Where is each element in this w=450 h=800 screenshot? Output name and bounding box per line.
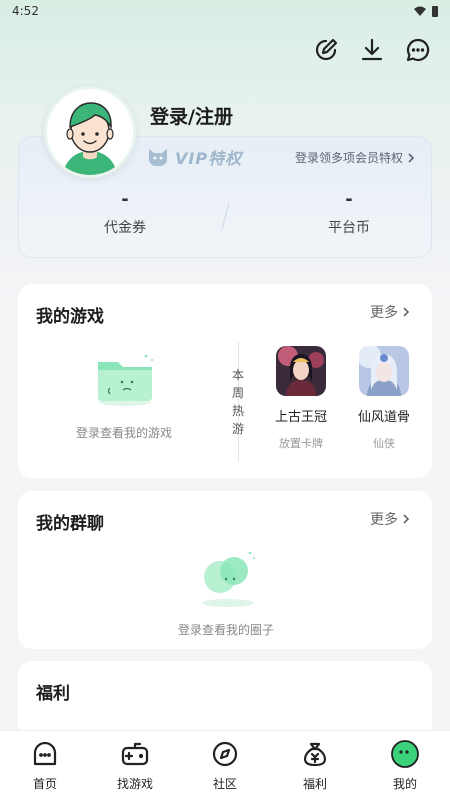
status-time: 4:52 — [12, 4, 39, 18]
more-label: 更多 — [370, 305, 398, 321]
message-icon[interactable] — [404, 36, 432, 64]
compass-icon — [210, 739, 240, 769]
my-groups-title: 我的群聊 — [36, 514, 104, 534]
top-actions — [312, 36, 432, 64]
platform-coin-value: - — [345, 189, 353, 210]
game-thumbnail — [276, 346, 326, 396]
vip-badge-text: VIP特权 — [175, 149, 243, 168]
nav-item-community[interactable]: 社区 — [185, 739, 265, 792]
weekly-char: 游 — [231, 422, 244, 436]
chevron-right-icon — [408, 152, 415, 163]
my-games-more-button[interactable]: 更多 — [370, 302, 410, 322]
platform-coin-stat[interactable]: - 平台币 — [279, 189, 419, 237]
empty-chat-illustration — [196, 547, 260, 613]
weekly-char: 热 — [231, 404, 244, 418]
nav-item-mine[interactable]: 我的 — [365, 739, 445, 792]
avatar[interactable] — [44, 86, 136, 178]
game-genre: 放置卡牌 — [279, 437, 323, 450]
chevron-right-icon — [403, 307, 410, 317]
weekly-hot-label: 本 周 热 游 — [230, 366, 246, 438]
nav-item-find-games[interactable]: 找游戏 — [95, 739, 175, 792]
nav-label: 找游戏 — [116, 777, 153, 791]
my-games-card: 我的游戏 更多 登录查看我的游戏 本 周 热 游 上古王冠 放置卡牌 仙风道骨 … — [18, 284, 432, 478]
empty-folder-illustration — [90, 348, 160, 412]
more-label: 更多 — [370, 512, 398, 528]
nav-label: 福利 — [302, 777, 327, 791]
nav-label: 首页 — [32, 777, 57, 791]
gamepad-icon — [120, 739, 150, 769]
my-groups-more-button[interactable]: 更多 — [370, 509, 410, 529]
stat-divider — [221, 201, 230, 231]
profile-face-icon — [390, 739, 420, 769]
game-name: 上古王冠 — [274, 410, 327, 425]
welfare-title: 福利 — [36, 684, 70, 704]
vip-badge: VIP特权 — [147, 145, 242, 169]
weekly-char: 本 — [231, 368, 244, 382]
weekly-char: 周 — [231, 386, 244, 400]
home-icon — [30, 739, 60, 769]
nav-label: 我的 — [392, 777, 417, 791]
nav-item-welfare[interactable]: 福利 — [275, 739, 355, 792]
my-games-empty-text[interactable]: 登录查看我的游戏 — [68, 424, 180, 441]
my-groups-empty-text[interactable]: 登录查看我的圈子 — [170, 621, 282, 638]
voucher-label: 代金券 — [104, 220, 146, 236]
game-thumbnail — [359, 346, 409, 396]
my-groups-card: 我的群聊 更多 登录查看我的圈子 — [18, 491, 432, 649]
default-avatar-icon — [47, 89, 133, 175]
game-name: 仙风道骨 — [357, 410, 410, 425]
nav-label: 社区 — [212, 777, 237, 791]
bottom-nav: 首页 找游戏 社区 福利 我的 — [0, 730, 450, 800]
login-register-link[interactable]: 登录/注册 — [150, 102, 233, 129]
platform-coin-label: 平台币 — [328, 220, 370, 236]
nav-item-home[interactable]: 首页 — [5, 739, 85, 792]
game-item[interactable]: 上古王冠 放置卡牌 — [266, 346, 336, 451]
game-genre: 仙侠 — [373, 437, 395, 450]
my-games-title: 我的游戏 — [36, 307, 104, 327]
game-item[interactable]: 仙风道骨 仙侠 — [349, 346, 419, 451]
vip-cat-icon — [149, 149, 167, 167]
edit-icon[interactable] — [312, 36, 340, 64]
chevron-right-icon — [403, 514, 410, 524]
battery-icon — [432, 5, 438, 17]
wifi-icon — [414, 6, 426, 16]
voucher-value: - — [121, 189, 129, 210]
download-icon[interactable] — [358, 36, 386, 64]
status-icons — [414, 5, 438, 17]
voucher-stat[interactable]: - 代金券 — [55, 189, 195, 237]
vip-link-text: 登录领多项会员特权 — [294, 151, 403, 165]
status-bar: 4:52 — [0, 0, 450, 22]
vip-privileges-link[interactable]: 登录领多项会员特权 — [295, 149, 415, 166]
money-bag-icon — [300, 739, 330, 769]
